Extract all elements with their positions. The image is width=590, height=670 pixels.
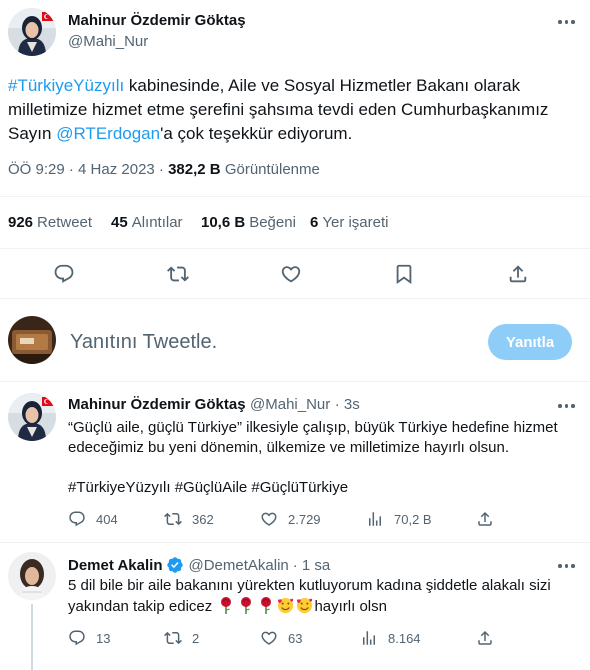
bookmarks-stat[interactable]: 6 Yer işareti (310, 214, 389, 231)
author-name[interactable]: Demet Akalin (68, 557, 162, 574)
divider (0, 298, 590, 299)
verified-badge-icon[interactable] (166, 556, 184, 574)
likes-stat[interactable]: 10,6 B Beğeni (201, 214, 296, 231)
views-count: 382,2 B (168, 161, 221, 178)
rose-emoji-icon (241, 597, 252, 614)
bookmarks-count: 6 (310, 214, 319, 231)
author-handle[interactable]: @DemetAkalin (188, 557, 288, 574)
retweet-action[interactable]: 362 (164, 510, 214, 528)
like-action[interactable]: 2.729 (260, 510, 321, 528)
bookmark-icon[interactable] (393, 263, 415, 285)
tweet-text-part: hayırlı olsn (314, 598, 387, 615)
tweet-text: 5 dil bile bir aile bakanını yürekten ku… (68, 576, 578, 617)
tweet-text: “Güçlü aile, güçlü Türkiye” ilkesiyle ça… (68, 419, 558, 456)
reply-icon[interactable] (53, 263, 75, 285)
retweet-count: 2 (192, 630, 200, 646)
quotes-label: Alıntılar (131, 214, 183, 231)
tweet-time[interactable]: · 1 sa (293, 557, 331, 574)
reply-icon (69, 630, 85, 646)
retweet-icon (164, 512, 182, 526)
tweet-meta: ÖÖ 9:29 · 4 Haz 2023 · 382,2 B Görüntüle… (8, 161, 320, 178)
like-count: 2.729 (288, 511, 321, 527)
retweet-icon[interactable] (167, 263, 189, 285)
more-options-icon[interactable] (558, 396, 575, 416)
tweet-time[interactable]: · 3s (335, 396, 360, 413)
author-avatar[interactable] (8, 552, 56, 600)
retweet-icon (164, 631, 182, 645)
author-name[interactable]: Mahinur Özdemir Göktaş (68, 396, 246, 413)
views-count: 70,2 B (394, 511, 432, 527)
author-handle[interactable]: @Mahi_Nur (250, 396, 330, 413)
reply-count: 13 (96, 630, 111, 646)
tweet-text-part: 'a çok teşekkür ediyorum. (160, 124, 353, 143)
reply-action[interactable]: 404 (68, 510, 118, 528)
tweet-header: Demet Akalin @DemetAkalin · 1 sa (68, 556, 330, 574)
bookmarks-label: Yer işareti (322, 214, 389, 231)
views-icon (369, 512, 381, 526)
hashtag-links[interactable]: #TürkiyeYüzyılı #GüçlüAile #GüçlüTürkiye (68, 478, 348, 498)
retweets-label: Retweet (37, 214, 93, 231)
divider (0, 196, 590, 197)
share-action[interactable] (476, 510, 494, 528)
hashtag-link[interactable]: #TürkiyeYüzyılı (8, 76, 124, 95)
reply-action[interactable]: 13 (68, 629, 110, 647)
like-icon[interactable] (280, 263, 302, 285)
smiling-face-hearts-emoji-icon (278, 597, 294, 614)
more-options-icon[interactable] (558, 12, 575, 32)
share-icon (478, 511, 492, 526)
retweets-count: 926 (8, 214, 34, 231)
reply-count: 404 (96, 511, 118, 527)
views-label: Görüntülenme (224, 161, 320, 178)
share-action[interactable] (476, 629, 494, 647)
like-count: 63 (288, 630, 303, 646)
retweet-action[interactable]: 2 (164, 629, 199, 647)
mention-link[interactable]: @RTErdogan (56, 124, 160, 143)
author-name[interactable]: Mahinur Özdemir Göktaş (68, 12, 246, 29)
tweet-header: Mahinur Özdemir Göktaş @Mahi_Nur · 3s (68, 396, 360, 414)
more-options-icon[interactable] (558, 556, 575, 576)
reply-input[interactable]: Yanıtını Tweetle. (70, 331, 217, 354)
reply-icon (69, 511, 85, 527)
rose-emoji-icon (221, 597, 232, 614)
divider (0, 381, 590, 382)
like-icon (261, 512, 277, 526)
thread-line (31, 604, 33, 670)
smiling-face-hearts-emoji-icon (297, 597, 313, 614)
tweet-text: #TürkiyeYüzyılı kabinesinde, Aile ve Sos… (8, 74, 580, 146)
divider (0, 248, 590, 249)
retweets-stat[interactable]: 926 Retweet (8, 214, 92, 231)
reply-button[interactable]: Yanıtla (488, 324, 572, 360)
views-count: 8.164 (388, 630, 421, 646)
share-icon[interactable] (507, 263, 529, 285)
current-user-avatar[interactable] (8, 316, 56, 364)
views-icon (363, 631, 375, 645)
divider (0, 542, 590, 543)
retweet-count: 362 (192, 511, 214, 527)
rose-emoji-icon (261, 597, 272, 614)
author-handle[interactable]: @Mahi_Nur (68, 33, 148, 50)
author-avatar[interactable] (8, 8, 56, 56)
like-action[interactable]: 63 (260, 629, 302, 647)
share-icon (478, 630, 492, 645)
views-action[interactable]: 8.164 (360, 629, 421, 647)
timestamp[interactable]: ÖÖ 9:29 · 4 Haz 2023 · (8, 161, 164, 178)
author-avatar[interactable] (8, 393, 56, 441)
likes-label: Beğeni (249, 214, 296, 231)
quotes-stat[interactable]: 45 Alıntılar (111, 214, 183, 231)
views-action[interactable]: 70,2 B (366, 510, 432, 528)
likes-count: 10,6 B (201, 214, 246, 231)
like-icon (261, 631, 277, 645)
quotes-count: 45 (111, 214, 128, 231)
